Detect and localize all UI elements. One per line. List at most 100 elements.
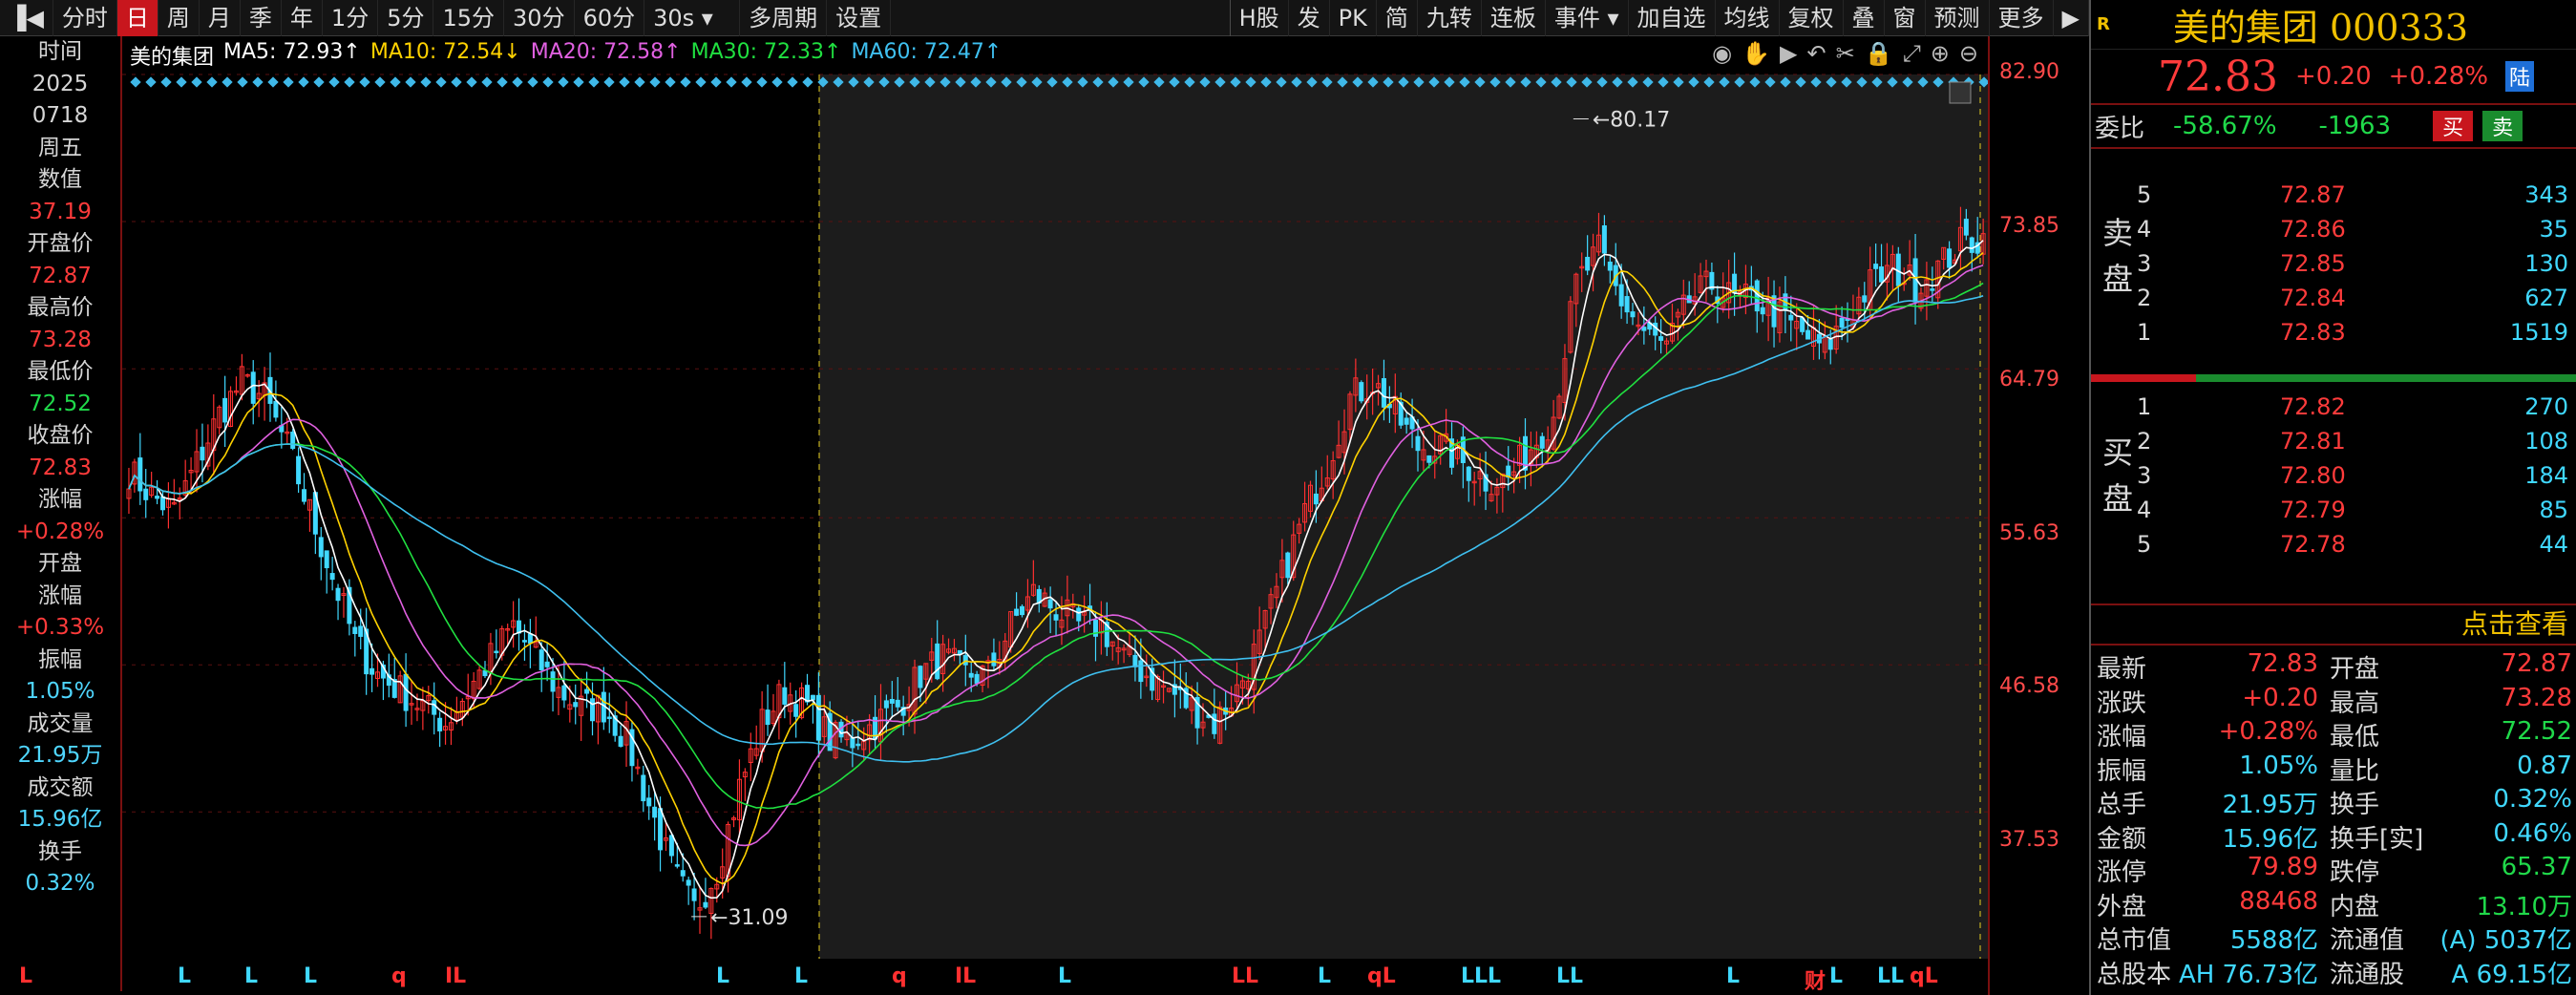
tab-monthly[interactable]: 月	[200, 0, 241, 36]
candle-body	[1601, 225, 1607, 254]
candle-body	[1873, 264, 1879, 269]
signal-marker: LL	[1556, 964, 1584, 988]
candle-body	[494, 650, 499, 654]
signal-marker: IL	[445, 964, 467, 988]
forecast-button[interactable]: 预测	[1926, 0, 1990, 36]
candle-body	[691, 888, 697, 901]
bid-volume: 85	[2539, 497, 2568, 523]
price-row: 72.83 +0.20 +0.28% 陆	[2091, 50, 2576, 103]
undo-icon[interactable]: ↶	[1806, 40, 1826, 67]
fullscreen-icon[interactable]: ⤢	[1903, 40, 1921, 67]
ask-level: 3	[2137, 250, 2152, 277]
tab-1min[interactable]: 1分	[323, 0, 379, 36]
jiuzhuan-button[interactable]: 九转	[1418, 0, 1482, 36]
legend-ma20: MA20: 72.58↑	[530, 40, 682, 64]
candle-body	[895, 699, 900, 708]
ask-row[interactable]: 3 72.85 130	[2091, 250, 2576, 288]
ask-volume: 1519	[2509, 319, 2568, 346]
collapse-right-icon[interactable]: ▶	[2054, 0, 2089, 36]
candle-body	[544, 661, 550, 667]
window-button[interactable]: 窗	[1885, 0, 1926, 36]
candle-body	[273, 400, 279, 418]
close-value: 72.83	[29, 455, 92, 480]
pk-button[interactable]: PK	[1330, 0, 1377, 36]
kline-chart[interactable]: ←80.17 ←31.09 美的集团 MA5: 72.93↑ MA10: 72.5…	[122, 36, 1988, 959]
simple-button[interactable]: 简	[1377, 0, 1418, 36]
eye-icon[interactable]: ◉	[1712, 40, 1732, 67]
ask-row[interactable]: 4 72.86 35	[2091, 216, 2576, 254]
signal-marker: LL	[1232, 964, 1259, 988]
stock-title: 美的集团 000333	[2172, 7, 2469, 49]
ma-button[interactable]: 均线	[1716, 0, 1780, 36]
tab-60min[interactable]: 60分	[575, 0, 645, 36]
candle-body	[296, 455, 302, 485]
candle-body	[550, 671, 556, 692]
candle-body	[573, 702, 579, 708]
weibi-label: 委比	[2095, 114, 2145, 143]
value-label: 数值	[38, 167, 82, 192]
candle-body	[1969, 237, 1974, 253]
hand-icon[interactable]: ✋	[1742, 40, 1770, 67]
chart-tools: ◉ ✋ ▶ ↶ ✂ 🔒 ⤢ ⊕ ⊖	[1712, 40, 1978, 67]
signal-markers: L L L Lq IL L Lq IL L LL LqL LLL LL L 财 L LL qL	[0, 959, 1988, 995]
candle-body	[686, 879, 691, 886]
tab-30s-dropdown[interactable]: 30s ▾	[644, 0, 741, 36]
time-label: 时间	[38, 39, 82, 64]
candle-body	[1359, 382, 1364, 402]
tab-daily[interactable]: 日	[116, 0, 158, 36]
bid-row[interactable]: 1 72.82 270	[2091, 393, 2576, 432]
candle-body	[674, 864, 680, 867]
sell-button[interactable]: 卖	[2482, 111, 2523, 141]
candle-body	[1805, 329, 1811, 340]
tab-5min[interactable]: 5分	[378, 0, 434, 36]
click-to-view-link[interactable]: 点击查看	[2091, 603, 2576, 646]
adjust-button[interactable]: 复权	[1780, 0, 1844, 36]
stat-value: 0.87	[2517, 751, 2572, 780]
bid-row[interactable]: 5 72.78 44	[2091, 531, 2576, 569]
candle-body	[1285, 552, 1291, 579]
stat-value: 79.89	[2247, 853, 2318, 881]
more-button[interactable]: 更多	[1990, 0, 2054, 36]
stat-value: 21.95万	[2222, 791, 2318, 819]
stat-label: 最高	[2330, 688, 2380, 718]
bid-price: 72.78	[2280, 531, 2346, 558]
tab-yearly[interactable]: 年	[282, 0, 323, 36]
candle-body	[974, 673, 980, 685]
turnover-value: 0.32%	[25, 871, 95, 896]
tab-30min[interactable]: 30分	[504, 0, 575, 36]
multi-period-button[interactable]: 多周期	[740, 0, 828, 36]
tab-weekly[interactable]: 周	[158, 0, 200, 36]
bid-volume: 44	[2539, 531, 2568, 558]
ask-row[interactable]: 5 72.87 343	[2091, 181, 2576, 220]
price-change-pct: +0.28%	[2388, 62, 2489, 91]
h-share-button[interactable]: H股	[1229, 0, 1289, 36]
bid-row[interactable]: 3 72.80 184	[2091, 462, 2576, 500]
bid-row[interactable]: 4 72.79 85	[2091, 497, 2576, 535]
overlay-button[interactable]: 叠	[1844, 0, 1885, 36]
zoom-in-icon[interactable]: ⊕	[1931, 40, 1950, 67]
ma-legend: 美的集团 MA5: 72.93↑ MA10: 72.54↓ MA20: 72.5…	[130, 40, 1002, 71]
candle-body	[302, 489, 307, 502]
events-dropdown[interactable]: 事件 ▾	[1546, 0, 1629, 36]
ask-row[interactable]: 2 72.84 627	[2091, 285, 2576, 323]
sidebar-toggle-icon[interactable]: ▐◀	[0, 0, 53, 36]
tab-quarterly[interactable]: 季	[241, 0, 282, 36]
candle-body	[335, 587, 341, 602]
play-icon[interactable]: ▶	[1780, 40, 1797, 67]
zoom-out-icon[interactable]: ⊖	[1959, 40, 1978, 67]
fa-button[interactable]: 发	[1289, 0, 1330, 36]
scissors-icon[interactable]: ✂	[1836, 40, 1855, 67]
y-tick: 55.63	[1999, 521, 2059, 545]
bid-row[interactable]: 2 72.81 108	[2091, 428, 2576, 466]
bid-level: 2	[2137, 428, 2152, 455]
ask-row[interactable]: 1 72.83 1519	[2091, 319, 2576, 357]
tab-intraday[interactable]: 分时	[53, 0, 117, 36]
tab-15min[interactable]: 15分	[433, 0, 505, 36]
kline-svg[interactable]: ←80.17 ←31.09	[122, 36, 1988, 959]
candle-body	[432, 700, 437, 715]
add-watchlist-button[interactable]: 加自选	[1629, 0, 1716, 36]
lianban-button[interactable]: 连板	[1482, 0, 1546, 36]
lock-icon[interactable]: 🔒	[1865, 40, 1893, 67]
settings-button[interactable]: 设置	[827, 0, 892, 36]
buy-button[interactable]: 买	[2433, 111, 2474, 141]
